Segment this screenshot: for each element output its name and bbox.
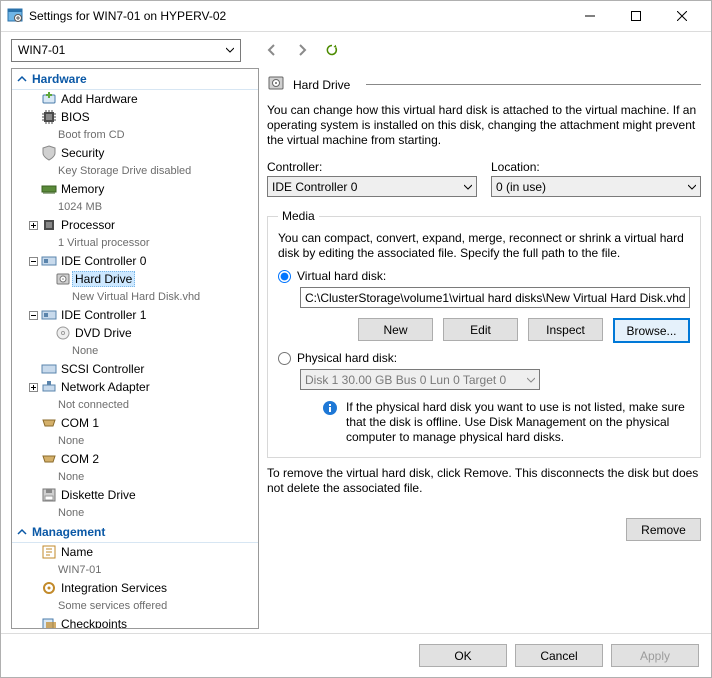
media-fieldset: Media You can compact, convert, expand, … <box>267 209 701 458</box>
tree-name[interactable]: Name <box>12 543 258 561</box>
chevron-down-icon <box>527 376 535 384</box>
close-button[interactable] <box>659 1 705 31</box>
remove-button[interactable]: Remove <box>626 518 701 541</box>
inspect-button[interactable]: Inspect <box>528 318 603 341</box>
top-row: WIN7-01 <box>1 32 711 68</box>
com-port-icon <box>40 451 58 467</box>
remove-description: To remove the virtual hard disk, click R… <box>267 466 701 496</box>
tree-bios-sub: Boot from CD <box>12 126 258 144</box>
chip-icon <box>40 217 58 233</box>
chevron-up-icon <box>16 526 28 538</box>
nav-forward-button[interactable] <box>291 39 313 61</box>
controller-icon <box>40 307 58 323</box>
tree-com1[interactable]: COM 1 <box>12 414 258 432</box>
hardware-section-header[interactable]: Hardware <box>12 69 258 90</box>
floppy-icon <box>40 487 58 503</box>
disk-icon <box>267 74 285 95</box>
physical-info-text: If the physical hard disk you want to us… <box>346 400 690 445</box>
tree-scsi[interactable]: SCSI Controller <box>12 360 258 378</box>
footer: OK Cancel Apply <box>1 633 711 677</box>
tree-harddrive[interactable]: Hard Drive <box>12 270 258 288</box>
edit-button[interactable]: Edit <box>443 318 518 341</box>
tree-integration[interactable]: Integration Services <box>12 579 258 597</box>
info-icon <box>322 400 338 445</box>
content-panel: Hard Drive You can change how this virtu… <box>267 68 701 629</box>
vhd-path-input[interactable] <box>300 287 690 308</box>
management-section-header[interactable]: Management <box>12 522 258 543</box>
apply-button[interactable]: Apply <box>611 644 699 667</box>
tree-dvd[interactable]: DVD Drive <box>12 324 258 342</box>
controller-label: Controller: <box>267 160 477 174</box>
location-select[interactable]: 0 (in use) <box>491 176 701 197</box>
controller-icon <box>40 253 58 269</box>
chevron-down-icon <box>226 46 234 54</box>
window-title: Settings for WIN7-01 on HYPERV-02 <box>29 9 226 23</box>
cancel-button[interactable]: Cancel <box>515 644 603 667</box>
com-port-icon <box>40 415 58 431</box>
chevron-down-icon <box>464 183 472 191</box>
physical-disk-select: Disk 1 30.00 GB Bus 0 Lun 0 Target 0 <box>300 369 540 390</box>
add-hardware-icon <box>40 91 58 107</box>
media-legend: Media <box>278 209 319 223</box>
controller-icon <box>40 361 58 377</box>
tree-ide1[interactable]: IDE Controller 1 <box>12 306 258 324</box>
chip-icon <box>40 109 58 125</box>
radio-physical-label: Physical hard disk: <box>297 351 397 365</box>
radio-physical[interactable] <box>278 352 291 365</box>
settings-window: Settings for WIN7-01 on HYPERV-02 WIN7-0… <box>0 0 712 678</box>
name-icon <box>40 544 58 560</box>
disk-icon <box>54 271 72 287</box>
maximize-button[interactable] <box>613 1 659 31</box>
nav-back-button[interactable] <box>261 39 283 61</box>
network-icon <box>40 379 58 395</box>
new-button[interactable]: New <box>358 318 433 341</box>
checkpoint-icon <box>40 616 58 629</box>
expander-icon[interactable] <box>26 221 40 230</box>
tree-security[interactable]: Security <box>12 144 258 162</box>
location-label: Location: <box>491 160 701 174</box>
memory-icon <box>40 181 58 197</box>
media-description: You can compact, convert, expand, merge,… <box>278 231 690 261</box>
radio-vhd[interactable] <box>278 270 291 283</box>
ok-button[interactable]: OK <box>419 644 507 667</box>
app-icon <box>7 7 23 26</box>
tree-diskette[interactable]: Diskette Drive <box>12 486 258 504</box>
sidebar[interactable]: Hardware Add Hardware BIOS Boot from CD … <box>11 68 259 629</box>
tree-add-hardware[interactable]: Add Hardware <box>12 90 258 108</box>
chevron-down-icon <box>688 183 696 191</box>
browse-button[interactable]: Browse... <box>613 318 690 343</box>
body: Hardware Add Hardware BIOS Boot from CD … <box>1 68 711 633</box>
chevron-up-icon <box>16 73 28 85</box>
tree-checkpoints[interactable]: Checkpoints <box>12 615 258 629</box>
tree-ide0[interactable]: IDE Controller 0 <box>12 252 258 270</box>
minimize-button[interactable] <box>567 1 613 31</box>
titlebar: Settings for WIN7-01 on HYPERV-02 <box>1 1 711 31</box>
refresh-button[interactable] <box>321 39 343 61</box>
panel-description: You can change how this virtual hard dis… <box>267 103 701 148</box>
tree-com2[interactable]: COM 2 <box>12 450 258 468</box>
vm-selector[interactable]: WIN7-01 <box>11 39 241 62</box>
tree-memory[interactable]: Memory <box>12 180 258 198</box>
controller-select[interactable]: IDE Controller 0 <box>267 176 477 197</box>
dvd-icon <box>54 325 72 341</box>
tree-bios[interactable]: BIOS <box>12 108 258 126</box>
shield-icon <box>40 145 58 161</box>
radio-vhd-label: Virtual hard disk: <box>297 269 386 283</box>
services-icon <box>40 580 58 596</box>
panel-title: Hard Drive <box>267 74 701 95</box>
tree-network[interactable]: Network Adapter <box>12 378 258 396</box>
tree-processor[interactable]: Processor <box>12 216 258 234</box>
